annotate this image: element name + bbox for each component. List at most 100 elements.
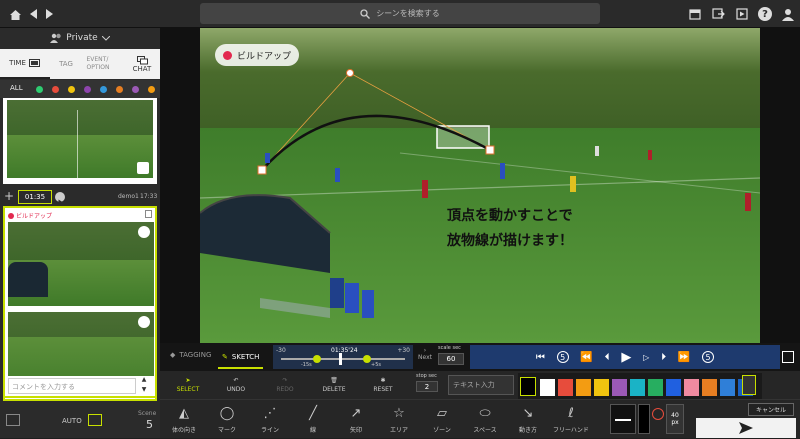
comment-input[interactable]: コメントを入力する <box>8 378 136 394</box>
color-swatch[interactable] <box>702 379 717 396</box>
filter-color-dot[interactable] <box>84 86 91 93</box>
export-icon[interactable] <box>711 5 725 23</box>
tab-event-option[interactable]: EVENT/ OPTION <box>80 49 116 79</box>
filter-all[interactable]: ALL <box>10 84 23 92</box>
timeline-playhead[interactable] <box>339 353 342 365</box>
back-icon[interactable] <box>28 5 40 23</box>
color-swatch[interactable] <box>558 379 573 396</box>
tab-tag[interactable]: TAG <box>55 49 77 79</box>
help-icon[interactable]: ? <box>757 5 773 23</box>
filter-color-dot[interactable] <box>132 86 139 93</box>
clip-clock: 17:33 <box>140 193 158 200</box>
tool-movement[interactable]: ↘ 動き方 <box>508 400 548 439</box>
color-swatch[interactable] <box>540 379 555 396</box>
scroll-down-icon[interactable]: ▼ <box>137 386 151 395</box>
step-forward-icon[interactable]: ⏵ <box>661 352 666 363</box>
color-swatch[interactable] <box>720 379 735 396</box>
video-icon[interactable] <box>735 5 749 23</box>
fullscreen-icon[interactable] <box>782 351 794 363</box>
color-check-icon[interactable] <box>742 375 756 395</box>
color-swatch[interactable] <box>594 379 609 396</box>
search-input[interactable]: シーンを検索する <box>200 3 600 24</box>
end-handle[interactable] <box>485 145 495 155</box>
color-swatch[interactable] <box>684 379 699 396</box>
cancel-button[interactable]: キャンセル <box>748 403 794 416</box>
edit-icon[interactable] <box>137 162 149 174</box>
workspace-selector[interactable]: Private <box>0 28 160 48</box>
stop-duration[interactable]: stop sec 2 <box>416 373 442 397</box>
profile-icon[interactable] <box>781 5 795 23</box>
tab-time[interactable]: TIME <box>0 49 50 79</box>
play-icon[interactable]: ▶ <box>621 350 631 365</box>
tool-line[interactable]: ╱ 線 <box>293 400 333 439</box>
next-button[interactable]: › Next <box>418 347 432 367</box>
clip-thumbnail[interactable] <box>8 222 154 306</box>
stroke-ring-icon[interactable] <box>652 408 664 420</box>
clip-card[interactable] <box>3 98 157 184</box>
add-icon[interactable]: + <box>2 190 16 204</box>
vertex-handle[interactable] <box>346 69 354 77</box>
tab-sketch[interactable]: ✎ SKETCH <box>218 347 264 369</box>
color-swatch[interactable] <box>666 379 681 396</box>
tab-tagging[interactable]: ◆ TAGGING <box>170 351 211 359</box>
forward-icon[interactable] <box>44 5 56 23</box>
filter-color-dot[interactable] <box>68 86 75 93</box>
calendar-icon[interactable] <box>688 5 702 23</box>
reset-button[interactable]: ✱ RESET <box>365 373 401 397</box>
tool-arrow[interactable]: ↗ 矢印 <box>336 400 376 439</box>
delete-button[interactable]: 🗑 DELETE <box>316 373 352 397</box>
scroll-up-icon[interactable]: ▲ <box>137 376 151 385</box>
filter-color-dot[interactable] <box>52 86 59 93</box>
color-preview[interactable] <box>638 404 650 434</box>
clip-card-selected[interactable]: ビルドアップ <box>3 206 157 401</box>
skip-start-icon[interactable]: ⏮ <box>536 352 545 363</box>
send-button[interactable] <box>696 418 796 438</box>
tool-space[interactable]: ⬭ スペース <box>465 400 505 439</box>
select-button[interactable]: ➤ SELECT <box>170 373 206 397</box>
zoom-icon[interactable] <box>138 226 150 238</box>
fast-forward-icon[interactable]: ⏩ <box>678 352 690 363</box>
auto-toggle[interactable] <box>88 414 102 426</box>
timeline-out-handle[interactable] <box>363 355 371 363</box>
tool-zone[interactable]: ▱ ゾーン <box>422 400 462 439</box>
rewind-icon[interactable]: ⏪ <box>580 352 592 363</box>
timeline-in-handle[interactable] <box>313 355 321 363</box>
redo-button[interactable]: ↷ REDO <box>267 373 303 397</box>
color-swatch[interactable] <box>648 379 663 396</box>
color-swatch-black[interactable] <box>520 377 536 396</box>
filter-color-dot[interactable] <box>116 86 123 93</box>
play-icon[interactable] <box>55 192 65 205</box>
tab-chat[interactable]: CHAT <box>127 49 157 79</box>
undo-button[interactable]: ↶ UNDO <box>218 373 254 397</box>
filter-color-dot[interactable] <box>36 86 43 93</box>
zoom-icon[interactable] <box>138 316 150 328</box>
forward-5s-icon[interactable]: 5 <box>702 351 715 363</box>
color-swatch[interactable] <box>612 379 627 396</box>
timeline[interactable]: -30 01:35'24 +30 -15s +5s <box>273 345 413 369</box>
clip-thumbnail[interactable] <box>7 100 153 178</box>
color-swatch[interactable] <box>630 379 645 396</box>
tool-connect-line[interactable]: ⋰ ライン <box>250 400 290 439</box>
start-handle[interactable] <box>257 165 267 175</box>
tool-area[interactable]: ☆ エリア <box>379 400 419 439</box>
share-icon[interactable] <box>145 210 152 218</box>
home-icon[interactable] <box>8 5 22 23</box>
video-player[interactable]: ビルドアップ 頂点を動かすことで 放物線が描けます！ <box>200 28 760 343</box>
stop-value[interactable]: 2 <box>416 381 438 392</box>
slow-play-icon[interactable]: ▷ <box>643 353 649 362</box>
text-input[interactable]: テキスト入力 <box>448 375 514 395</box>
tool-body-orientation[interactable]: ◭ 体の向き <box>164 400 204 439</box>
step-back-icon[interactable]: ⏴ <box>605 352 610 363</box>
size-stepper[interactable]: 40 px <box>666 404 684 434</box>
filter-color-dot[interactable] <box>100 86 107 93</box>
sketch-overlay[interactable] <box>200 28 760 343</box>
line-style-selector[interactable] <box>610 404 636 434</box>
thumbnail-view-icon[interactable] <box>6 414 20 426</box>
back-5s-icon[interactable]: 5 <box>556 351 569 363</box>
scale-control[interactable]: scale sec 60 <box>438 345 468 369</box>
tool-freehand[interactable]: ℓ フリーハンド <box>551 400 591 439</box>
color-swatch[interactable] <box>576 379 591 396</box>
scale-value[interactable]: 60 <box>438 353 464 365</box>
filter-color-dot[interactable] <box>148 86 155 93</box>
tool-mark[interactable]: ◯ マーク <box>207 400 247 439</box>
